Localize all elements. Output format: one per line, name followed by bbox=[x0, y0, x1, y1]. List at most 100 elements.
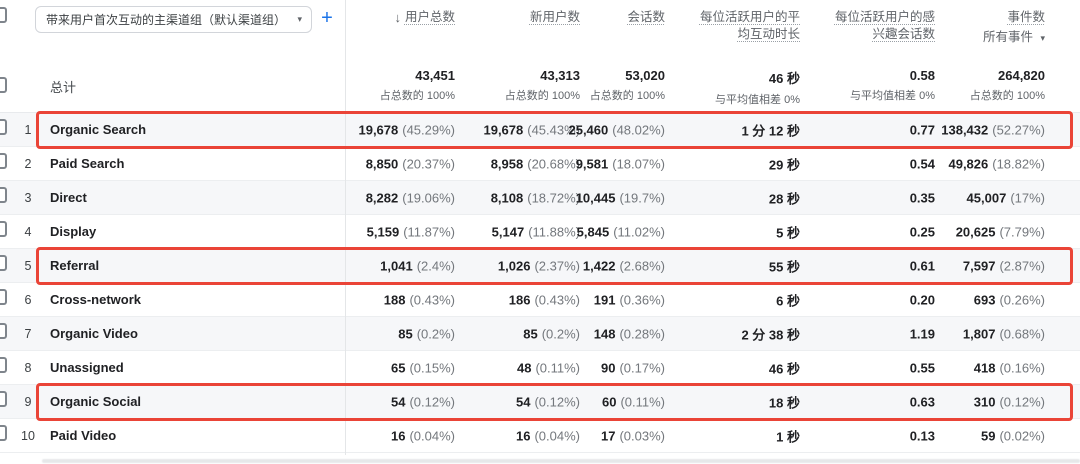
column-header-3[interactable]: 会话数 bbox=[580, 0, 665, 26]
metric-cell-5: 0.25 bbox=[800, 215, 935, 248]
table-row: 9Organic Social54(0.12%)54(0.12%)60(0.11… bbox=[0, 385, 1080, 419]
metric-cell-1: 1,041(2.4%) bbox=[345, 249, 455, 282]
table-row: 6Cross-network188(0.43%)186(0.43%)191(0.… bbox=[0, 283, 1080, 317]
metric-share: (17%) bbox=[1010, 190, 1045, 205]
row-index: 4 bbox=[14, 225, 42, 239]
metric-value-group: 188(0.43%) bbox=[384, 292, 455, 307]
metric-value-group: 65(0.15%) bbox=[391, 360, 455, 375]
row-checkbox[interactable] bbox=[0, 289, 7, 305]
metric-value: 90 bbox=[601, 360, 615, 375]
metric-value: 85 bbox=[398, 326, 412, 341]
row-checkbox[interactable] bbox=[0, 255, 7, 271]
metric-share: (0.17%) bbox=[619, 360, 665, 375]
column-divider bbox=[345, 0, 346, 455]
metric-cell-2: 1,026(2.37%) bbox=[455, 249, 580, 282]
metric-value: 8,850 bbox=[366, 156, 399, 171]
metric-share: (0.43%) bbox=[534, 292, 580, 307]
table-row: 10Paid Video16(0.04%)16(0.04%)17(0.03%)1… bbox=[0, 419, 1080, 453]
metric-cell-4: 29 秒 bbox=[665, 147, 800, 180]
column-header-label: 会话数 bbox=[627, 10, 665, 24]
column-header-2[interactable]: 新用户数 bbox=[455, 0, 580, 26]
totals-metric-4: 46 秒与平均值相差 0% bbox=[665, 60, 800, 120]
channel-name: Organic Social bbox=[42, 394, 345, 409]
channel-name: Organic Search bbox=[42, 122, 345, 137]
metric-cell-4: 1 分 12 秒 bbox=[665, 113, 800, 146]
metric-value: 0.55 bbox=[910, 360, 935, 375]
row-checkbox-cell bbox=[0, 153, 14, 174]
metric-value-group: 1.19 bbox=[910, 326, 935, 341]
column-header-label: 用户总数 bbox=[405, 9, 455, 26]
totals-value: 46 秒 bbox=[665, 68, 800, 87]
totals-metric-6: 264,820占总数的 100% bbox=[935, 60, 1045, 120]
metric-share: (0.28%) bbox=[619, 326, 665, 341]
select-all-checkbox[interactable] bbox=[0, 7, 7, 23]
row-checkbox-cell bbox=[0, 391, 14, 412]
metric-cell-6: 418(0.16%) bbox=[935, 351, 1045, 384]
row-checkbox[interactable] bbox=[0, 425, 7, 441]
metric-value-group: 5,159(11.87%) bbox=[367, 224, 455, 239]
column-header-1[interactable]: ↓用户总数 bbox=[345, 0, 455, 26]
metric-value: 188 bbox=[384, 292, 406, 307]
metric-share: (0.11%) bbox=[620, 394, 665, 409]
totals-row: 总计 43,451占总数的 100%43,313占总数的 100%53,020占… bbox=[0, 60, 1080, 113]
metric-cell-2: 85(0.2%) bbox=[455, 317, 580, 350]
column-header-5[interactable]: 每位活跃用户的感兴趣会话数 bbox=[800, 0, 935, 43]
dimension-selector[interactable]: 带来用户首次互动的主渠道组（默认渠道组） ▾ bbox=[35, 6, 312, 33]
metric-cell-3: 5,845(11.02%) bbox=[580, 215, 665, 248]
row-checkbox[interactable] bbox=[0, 187, 7, 203]
metric-cell-4: 6 秒 bbox=[665, 283, 800, 316]
table-row: 8Unassigned65(0.15%)48(0.11%)90(0.17%)46… bbox=[0, 351, 1080, 385]
row-index: 10 bbox=[14, 429, 42, 443]
metric-value: 0.54 bbox=[910, 156, 935, 171]
row-checkbox[interactable] bbox=[0, 323, 7, 339]
metric-share: (0.04%) bbox=[409, 428, 455, 443]
row-checkbox[interactable] bbox=[0, 119, 7, 135]
row-checkbox[interactable] bbox=[0, 153, 7, 169]
metric-value-group: 1,807(0.68%) bbox=[963, 326, 1045, 341]
metric-value-group: 0.77 bbox=[910, 122, 935, 137]
metric-cell-6: 7,597(2.87%) bbox=[935, 249, 1045, 282]
column-header-6[interactable]: 事件数所有事件 ▾ bbox=[935, 0, 1045, 47]
row-index: 5 bbox=[14, 259, 42, 273]
metric-value: 1 分 12 秒 bbox=[741, 123, 800, 138]
row-checkbox-cell bbox=[0, 255, 14, 276]
metric-cell-1: 5,159(11.87%) bbox=[345, 215, 455, 248]
totals-label: 总计 bbox=[42, 60, 345, 96]
row-index: 9 bbox=[14, 395, 42, 409]
totals-checkbox[interactable] bbox=[0, 77, 7, 93]
metric-share: (0.02%) bbox=[999, 428, 1045, 443]
metric-value-group: 90 (0.17%) bbox=[601, 360, 665, 375]
row-checkbox[interactable] bbox=[0, 391, 7, 407]
horizontal-scrollbar[interactable] bbox=[42, 459, 1080, 463]
metric-value-group: 0.61 bbox=[910, 258, 935, 273]
column-header-label: 新用户数 bbox=[530, 10, 580, 24]
row-checkbox[interactable] bbox=[0, 357, 7, 373]
metric-value-group: 310(0.12%) bbox=[974, 394, 1045, 409]
column-header-4[interactable]: 每位活跃用户的平均互动时长 bbox=[665, 0, 800, 43]
row-checkbox[interactable] bbox=[0, 221, 7, 237]
metric-value: 5,147 bbox=[492, 224, 525, 239]
metric-share: (0.12%) bbox=[409, 394, 455, 409]
metric-share: (2.68%) bbox=[619, 258, 665, 273]
metric-value: 65 bbox=[391, 360, 405, 375]
metric-value: 25,460 bbox=[568, 122, 608, 137]
metric-cell-1: 54(0.12%) bbox=[345, 385, 455, 418]
totals-caption: 与平均值相差 0% bbox=[665, 91, 800, 107]
metric-value: 1,026 bbox=[498, 258, 531, 273]
metric-cell-5: 0.77 bbox=[800, 113, 935, 146]
metric-cell-2: 186(0.43%) bbox=[455, 283, 580, 316]
metric-share: (19.06%) bbox=[402, 190, 455, 205]
metric-cell-5: 0.63 bbox=[800, 385, 935, 418]
metric-value-group: 48(0.11%) bbox=[517, 360, 580, 375]
add-dimension-button[interactable]: + bbox=[314, 5, 340, 31]
metric-share: (0.16%) bbox=[999, 360, 1045, 375]
metric-cell-3: 9,581(18.07%) bbox=[580, 147, 665, 180]
metric-value-group: 9,581(18.07%) bbox=[576, 156, 665, 171]
metric-share: (0.04%) bbox=[534, 428, 580, 443]
metric-share: (18.82%) bbox=[992, 156, 1045, 171]
metric-value-group: 5 秒 bbox=[776, 222, 800, 241]
metric-share: (48.02%) bbox=[612, 122, 665, 137]
metric-value-group: 54(0.12%) bbox=[516, 394, 580, 409]
metric-value: 186 bbox=[509, 292, 531, 307]
channel-name: Unassigned bbox=[42, 360, 345, 375]
